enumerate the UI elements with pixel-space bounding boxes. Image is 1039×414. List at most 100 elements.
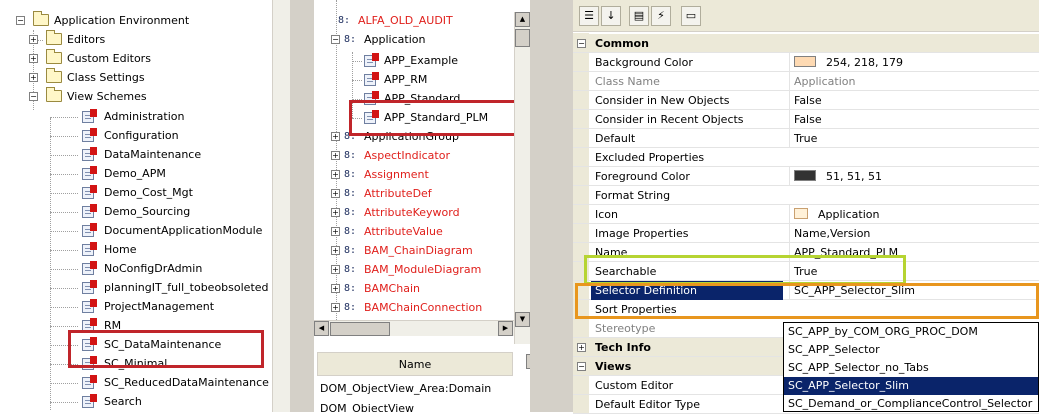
class-item-alfa-old-audit[interactable]: 8: ALFA_OLD_AUDIT <box>314 12 514 30</box>
view-scheme-icon <box>82 223 98 238</box>
collapse-toggle-icon[interactable]: − <box>16 16 25 25</box>
property-row[interactable]: Image Properties Name,Version <box>573 224 1039 243</box>
category-common[interactable]: Common <box>573 34 1039 53</box>
collapse-toggle-icon[interactable]: − <box>577 39 586 48</box>
property-pages-icon[interactable]: ▭ <box>681 6 701 26</box>
tree-node-scheme[interactable]: Demo_Cost_Mgt <box>0 184 270 202</box>
expand-toggle-icon[interactable]: + <box>331 265 340 274</box>
expand-toggle-icon[interactable]: + <box>331 246 340 255</box>
scroll-right-button[interactable]: ▶ <box>498 321 513 336</box>
properties-icon[interactable]: ▤ <box>629 6 649 26</box>
class-item-child[interactable]: APP_RM <box>314 71 514 89</box>
scroll-left-button[interactable]: ◀ <box>314 321 329 336</box>
tree-node-scheme[interactable]: Configuration <box>0 127 270 145</box>
collapse-toggle-icon[interactable]: − <box>331 35 340 44</box>
tree-node-scheme[interactable]: DataMaintenance <box>0 146 270 164</box>
property-row[interactable]: Consider in New Objects False <box>573 91 1039 110</box>
splitter[interactable] <box>530 0 573 412</box>
tree-node-scheme[interactable]: ProjectManagement <box>0 298 270 316</box>
scroll-down-button[interactable]: ▼ <box>515 312 530 327</box>
expand-toggle-icon[interactable]: + <box>331 303 340 312</box>
tree-node-class-settings[interactable]: + Class Settings <box>0 68 290 87</box>
hscroll-thumb[interactable] <box>330 322 390 336</box>
categorized-icon[interactable]: ☰ <box>579 6 599 26</box>
property-row[interactable]: Icon Application <box>573 205 1039 224</box>
dropdown-option[interactable]: SC_APP_Selector <box>784 341 1038 359</box>
expand-toggle-icon[interactable]: + <box>331 284 340 293</box>
scroll-up-button[interactable]: ▲ <box>515 12 530 27</box>
tree-node-custom-editors[interactable]: + Custom Editors <box>0 49 290 68</box>
tree-node-root[interactable]: − Application Environment <box>0 11 290 30</box>
events-icon[interactable]: ⚡ <box>651 6 671 26</box>
expand-toggle-icon[interactable]: + <box>331 132 340 141</box>
property-value[interactable]: True <box>789 129 1039 148</box>
expand-toggle-icon[interactable]: + <box>331 208 340 217</box>
expand-toggle-icon[interactable]: + <box>577 343 586 352</box>
class-item[interactable]: +8: BAM_ChainDiagram <box>314 242 514 260</box>
expand-toggle-icon[interactable]: + <box>331 170 340 179</box>
selector-definition-dropdown[interactable]: SC_APP_by_COM_ORG_PROC_DOM SC_APP_Selecto… <box>783 322 1039 412</box>
property-value[interactable]: Application <box>789 72 1039 91</box>
property-value[interactable]: Application <box>789 205 1039 224</box>
class-tree-scrollbar[interactable]: ▲ ▼ <box>514 12 530 344</box>
expand-toggle-icon[interactable]: + <box>331 151 340 160</box>
class-item[interactable]: +8: AttributeDef <box>314 185 514 203</box>
property-value[interactable]: 51, 51, 51 <box>789 167 1039 186</box>
class-item-label: AttributeDef <box>364 187 432 200</box>
property-value-text: Name,Version <box>794 227 871 240</box>
collapse-toggle-icon[interactable]: − <box>29 92 38 101</box>
expand-toggle-icon[interactable]: + <box>29 73 38 82</box>
class-item-application[interactable]: − 8: Application <box>314 31 514 49</box>
list-row[interactable]: DOM_ObjectView_Area:Domain <box>320 380 515 398</box>
tree-node-scheme[interactable]: planningIT_full_tobeobsoleted <box>0 279 270 297</box>
alphabetical-icon[interactable]: ↓ <box>601 6 621 26</box>
property-row[interactable]: Foreground Color 51, 51, 51 <box>573 167 1039 186</box>
expand-toggle-icon[interactable]: + <box>331 189 340 198</box>
list-row[interactable]: DOM_ObjectView <box>320 400 515 412</box>
dropdown-option[interactable]: SC_APP_by_COM_ORG_PROC_DOM <box>784 323 1038 341</box>
view-scheme-icon <box>82 261 98 276</box>
tree-node-scheme[interactable]: Administration <box>0 108 270 126</box>
expand-toggle-icon[interactable]: + <box>29 35 38 44</box>
class-item[interactable]: +8: AttributeValue <box>314 223 514 241</box>
property-value[interactable]: False <box>789 91 1039 110</box>
class-item[interactable]: +8: AttributeKeyword <box>314 204 514 222</box>
property-row[interactable]: Consider in Recent Objects False <box>573 110 1039 129</box>
tree-node-view-schemes[interactable]: − View Schemes <box>0 87 290 106</box>
tree-node-scheme[interactable]: Search <box>0 393 270 411</box>
tree-node-scheme[interactable]: DocumentApplicationModule <box>0 222 270 240</box>
property-row[interactable]: Excluded Properties <box>573 148 1039 167</box>
column-header-name[interactable]: Name <box>317 352 513 376</box>
tree-node-scheme[interactable]: Demo_Sourcing <box>0 203 270 221</box>
vertical-scrollbar[interactable] <box>272 0 290 412</box>
property-value[interactable]: False <box>789 110 1039 129</box>
dropdown-option[interactable]: SC_Demand_or_ComplianceControl_Selector <box>784 395 1038 413</box>
tree-node-scheme[interactable]: SC_ReducedDataMaintenance <box>0 374 270 392</box>
tree-node-scheme[interactable]: NoConfigDrAdmin <box>0 260 270 278</box>
property-row[interactable]: Default True <box>573 129 1039 148</box>
tree-node-editors[interactable]: + Editors <box>0 30 290 49</box>
expand-toggle-icon[interactable]: + <box>29 54 38 63</box>
dropdown-option[interactable]: SC_APP_Selector_Slim <box>784 377 1038 395</box>
class-item[interactable]: +8: AspectIndicator <box>314 147 514 165</box>
property-row[interactable]: Background Color 254, 218, 179 <box>573 53 1039 72</box>
class-icon: 8: <box>344 283 357 294</box>
splitter[interactable] <box>290 0 314 412</box>
property-value[interactable]: 254, 218, 179 <box>789 53 1039 72</box>
tree-node-scheme[interactable]: Home <box>0 241 270 259</box>
collapse-toggle-icon[interactable]: − <box>577 362 586 371</box>
dropdown-option[interactable]: SC_APP_Selector_no_Tabs <box>784 359 1038 377</box>
tree-node-scheme[interactable]: Demo_APM <box>0 165 270 183</box>
class-tree-hscrollbar[interactable]: ◀ ▶ <box>314 320 514 336</box>
class-item[interactable]: +8: BAM_ModuleDiagram <box>314 261 514 279</box>
property-value[interactable]: Name,Version <box>789 224 1039 243</box>
expand-toggle-icon[interactable]: + <box>331 227 340 236</box>
class-icon: 8: <box>344 207 357 218</box>
property-row[interactable]: Format String <box>573 186 1039 205</box>
scroll-thumb[interactable] <box>515 29 530 47</box>
class-item[interactable]: +8: BAMChain <box>314 280 514 298</box>
class-item-child[interactable]: APP_Example <box>314 52 514 70</box>
property-row[interactable]: Class Name Application <box>573 72 1039 91</box>
class-item[interactable]: +8: Assignment <box>314 166 514 184</box>
class-item[interactable]: +8: BAMChainConnection <box>314 299 514 317</box>
